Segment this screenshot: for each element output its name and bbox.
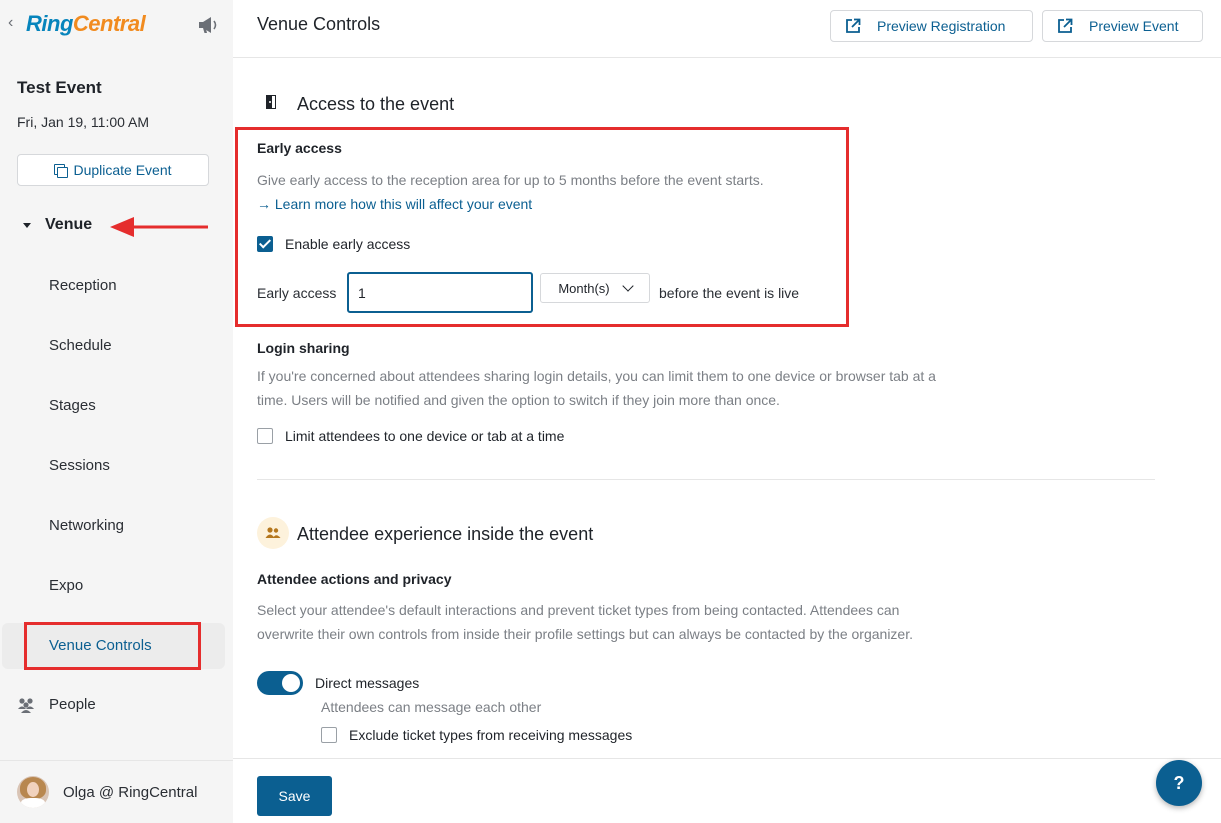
venue-label: Venue (45, 216, 93, 233)
sidebar-item-sessions[interactable]: Sessions (49, 457, 110, 474)
caret-down-icon (23, 222, 31, 228)
preview-event-label: Preview Event (1089, 18, 1179, 34)
sidebar-item-venue-controls-label[interactable]: Venue Controls (49, 637, 152, 654)
direct-messages-hint: Attendees can message each other (321, 699, 542, 715)
event-title: Test Event (17, 78, 102, 97)
sidebar-item-reception[interactable]: Reception (49, 277, 117, 294)
exclude-ticket-types-checkbox[interactable] (321, 727, 337, 743)
ringcentral-logo: RingCentral (26, 11, 146, 36)
direct-messages-label: Direct messages (315, 675, 420, 691)
unit-select-value: Month(s) (558, 280, 610, 296)
duplicate-event-label: Duplicate Event (73, 162, 172, 178)
main-content: Access to the event Early access Give ea… (233, 58, 1221, 758)
early-access-suffix: before the event is live (659, 285, 800, 301)
attendees-icon (257, 517, 289, 549)
early-access-field-label: Early access (257, 285, 337, 301)
duplicate-event-button[interactable]: Duplicate Event (17, 154, 209, 186)
preview-event-button[interactable]: Preview Event (1042, 10, 1203, 42)
page-title: Venue Controls (257, 14, 381, 34)
sidebar: ‹ RingCentral Test Event Fri, Jan 19, 11… (0, 0, 233, 823)
login-sharing-description-1: If you're concerned about attendees shar… (257, 368, 936, 384)
enable-early-access-label: Enable early access (285, 236, 411, 252)
people-label: People (49, 696, 96, 713)
sidebar-item-people[interactable]: People (17, 696, 96, 713)
early-access-title: Early access (257, 140, 342, 156)
preview-registration-button[interactable]: Preview Registration (830, 10, 1033, 42)
login-sharing-title: Login sharing (257, 340, 350, 356)
divider (257, 479, 1155, 480)
user-name: Olga @ RingCentral (63, 783, 198, 801)
avatar (17, 776, 49, 808)
people-icon (18, 697, 34, 713)
direct-messages-toggle[interactable] (257, 671, 303, 695)
back-chevron-icon[interactable]: ‹ (8, 14, 13, 32)
event-date: Fri, Jan 19, 11:00 AM (17, 114, 150, 130)
preview-registration-label: Preview Registration (877, 18, 1006, 34)
sidebar-item-schedule[interactable]: Schedule (49, 337, 112, 354)
unit-select[interactable]: Month(s) (540, 273, 650, 303)
chevron-down-icon (621, 280, 634, 292)
sidebar-item-networking[interactable]: Networking (49, 517, 124, 534)
sidebar-item-stages[interactable]: Stages (49, 397, 96, 414)
privacy-description-2: overwrite their own controls from inside… (257, 626, 913, 642)
privacy-title: Attendee actions and privacy (257, 571, 452, 587)
access-section-title: Access to the event (297, 94, 455, 114)
brand-row: ‹ RingCentral (0, 0, 233, 50)
external-link-icon (846, 18, 861, 33)
early-access-input[interactable] (347, 272, 533, 313)
login-sharing-description-2: time. Users will be notified and given t… (257, 392, 780, 408)
save-button[interactable]: Save (257, 776, 332, 816)
duplicate-icon (54, 163, 69, 178)
privacy-description-1: Select your attendee's default interacti… (257, 602, 900, 618)
external-link-icon (1058, 18, 1073, 33)
sidebar-section-venue[interactable]: Venue (17, 212, 92, 238)
enable-early-access-checkbox[interactable] (257, 236, 273, 252)
limit-device-checkbox[interactable] (257, 428, 273, 444)
red-arrow-annotation (110, 217, 208, 237)
megaphone-icon[interactable] (196, 14, 220, 36)
exclude-ticket-types-label: Exclude ticket types from receiving mess… (349, 727, 633, 743)
help-button[interactable]: ? (1156, 760, 1202, 806)
experience-section-title: Attendee experience inside the event (297, 524, 594, 544)
limit-device-label: Limit attendees to one device or tab at … (285, 428, 565, 444)
footer-bar: Save (233, 758, 1221, 823)
early-access-description: Give early access to the reception area … (257, 172, 764, 188)
page-header: Venue Controls Preview Registration Prev… (233, 0, 1221, 58)
sidebar-item-expo[interactable]: Expo (49, 577, 83, 594)
user-profile[interactable]: Olga @ RingCentral (0, 760, 233, 823)
learn-more-link[interactable]: → Learn more how this will affect your e… (257, 196, 532, 212)
door-icon (266, 95, 276, 109)
